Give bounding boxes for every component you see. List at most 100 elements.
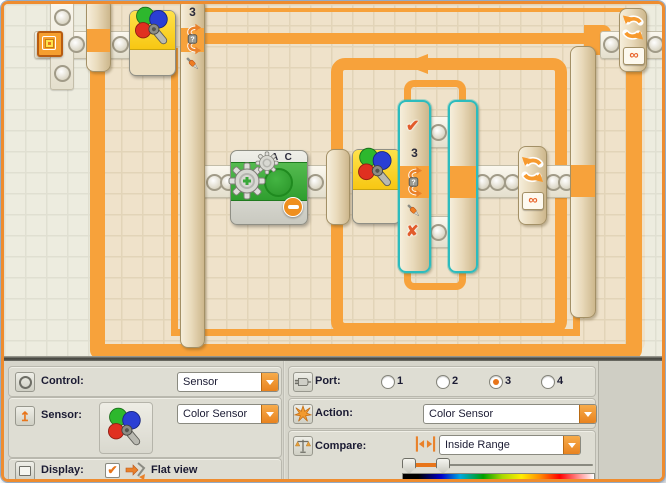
range-slider-thumb-high[interactable] — [436, 458, 450, 474]
color-sensor-icon — [354, 146, 399, 192]
wire-patch — [571, 165, 595, 197]
flat-view-icon — [125, 461, 147, 480]
stud — [54, 9, 71, 26]
outer-loop-wire-bottom — [90, 344, 642, 356]
port-option-label: 4 — [557, 375, 563, 387]
port-option-label: 3 — [505, 375, 511, 387]
motor-block[interactable]: A C — [230, 150, 308, 225]
color-sensor-block-top[interactable] — [129, 10, 176, 76]
loop-count-badge: ∞ — [623, 47, 645, 65]
port-radio-1[interactable] — [381, 375, 395, 389]
stud — [54, 65, 71, 82]
range-slider-thumb-low[interactable] — [402, 458, 416, 474]
dropdown-arrow-icon[interactable] — [563, 436, 580, 454]
switch-port-number: 3 — [181, 5, 204, 19]
flat-view-checkbox[interactable]: ✔ — [105, 463, 120, 478]
dropdown-arrow-icon[interactable] — [261, 373, 278, 391]
compare-scales-icon — [293, 436, 313, 456]
color-sensor-icon — [131, 5, 175, 50]
switch-right-post[interactable] — [570, 46, 596, 318]
compare-label: Compare: — [315, 440, 366, 452]
control-dropdown[interactable]: Sensor — [177, 372, 279, 392]
outer-loop-wire-left — [90, 46, 105, 348]
outer-loop-wire-right — [626, 68, 642, 348]
loop-count-badge: ∞ — [522, 192, 544, 210]
configuration-panel: Control: Sensor ↥ Sensor: — [4, 361, 662, 479]
sensor-group: ↥ Sensor: Color Sensor — [8, 397, 282, 458]
switch-end-post[interactable] — [448, 100, 478, 273]
program-start-block[interactable] — [37, 31, 63, 57]
color-range-gradient — [402, 473, 595, 482]
port-label: Port: — [315, 375, 341, 387]
checkmark: ✔ — [107, 463, 117, 477]
program-canvas[interactable]: 3 ? A C — [4, 4, 662, 356]
motor-stop-badge — [283, 197, 303, 217]
dropper-icon — [405, 202, 422, 219]
switch-true-icon: ✔ — [406, 116, 419, 136]
sensor-icon: ↥ — [15, 406, 35, 426]
display-icon — [15, 461, 35, 481]
wire-patch — [87, 29, 110, 52]
port-group: Port: 1 2 3 4 — [288, 366, 596, 397]
loop-arrows-icon — [519, 155, 546, 185]
svg-text:?: ? — [190, 36, 194, 44]
action-group: Action: Color Sensor — [288, 398, 596, 429]
stud — [603, 36, 620, 53]
port-radio-2[interactable] — [436, 375, 450, 389]
sensor-label: Sensor: — [41, 409, 82, 421]
port-option-label: 2 — [452, 375, 458, 387]
control-icon — [15, 372, 35, 392]
compare-group: Compare: Inside Range — [288, 430, 596, 480]
dropdown-arrow-icon[interactable] — [579, 405, 596, 423]
switch-hub-icon: ? — [404, 166, 423, 198]
sensor-value: Color Sensor — [178, 408, 261, 420]
stud — [430, 224, 447, 241]
gears-icon — [225, 151, 281, 203]
switch-hub-icon: ? — [183, 23, 202, 55]
panel-right-filler — [598, 361, 663, 479]
outer-loop-block[interactable]: ∞ — [619, 8, 647, 72]
sensor-preview — [99, 402, 153, 454]
wire-patch — [450, 166, 476, 198]
stud — [68, 36, 85, 53]
sensor-dropdown[interactable]: Color Sensor — [177, 404, 279, 424]
action-dropdown[interactable]: Color Sensor — [423, 404, 597, 424]
control-value: Sensor — [178, 376, 261, 388]
stud — [647, 36, 662, 53]
color-sensor-icon — [104, 406, 148, 451]
switch-false-icon: ✘ — [406, 222, 419, 240]
dropdown-arrow-icon[interactable] — [261, 405, 278, 423]
dropper-icon — [184, 55, 201, 72]
action-icon — [293, 404, 313, 424]
display-label: Display: — [41, 464, 84, 476]
inner-loop-block[interactable]: ∞ — [518, 146, 547, 225]
port-icon — [293, 372, 313, 392]
start-glyph-icon — [42, 36, 56, 50]
outer-loop-left-post[interactable] — [86, 4, 111, 72]
port-radio-4[interactable] — [541, 375, 555, 389]
inside-range-icon — [415, 435, 436, 453]
stud — [112, 36, 129, 53]
inner-loop-arrow — [402, 54, 428, 74]
compare-value: Inside Range — [440, 439, 563, 451]
inner-loop-left-post[interactable] — [326, 149, 350, 225]
switch-condition-beam[interactable]: ✔ 3 ? ✘ — [398, 100, 431, 273]
nxt-g-window: 3 ? A C — [1, 1, 665, 482]
switch-port-number: 3 — [400, 146, 429, 160]
switch-rail-top — [190, 33, 590, 44]
stud — [430, 124, 447, 141]
display-group: Display: ✔ Flat view — [8, 458, 282, 482]
action-value: Color Sensor — [424, 408, 579, 420]
flat-view-label: Flat view — [151, 464, 197, 476]
control-group: Control: Sensor — [8, 366, 282, 397]
stud — [307, 174, 324, 191]
compare-dropdown[interactable]: Inside Range — [439, 435, 581, 455]
panel-divider — [283, 361, 285, 479]
port-option-label: 1 — [397, 375, 403, 387]
switch-left-post[interactable]: 3 ? — [180, 4, 205, 348]
color-sensor-block[interactable] — [352, 149, 401, 224]
loop-arrows-icon — [620, 13, 646, 43]
switch-wire-left — [171, 48, 178, 336]
port-radio-3[interactable] — [489, 375, 503, 389]
action-label: Action: — [315, 407, 353, 419]
